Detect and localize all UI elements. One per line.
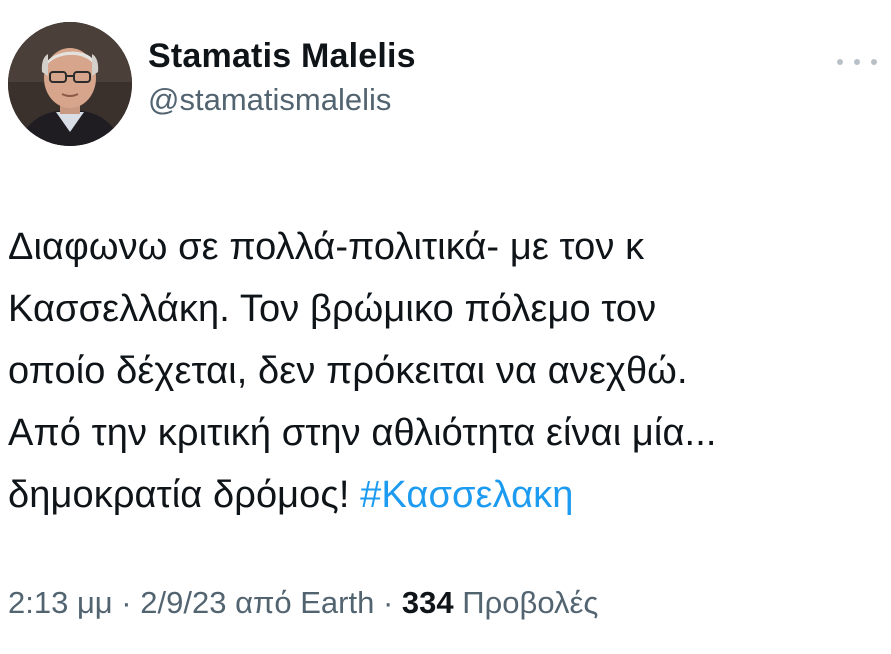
tweet-line-last: δημοκρατία δρόμος! #Κασσελακη: [8, 464, 888, 526]
views-label[interactable]: Προβολές: [462, 585, 598, 620]
tweet-line: οποίο δέχεται, δεν πρόκειται να ανεχθώ.: [8, 350, 688, 392]
tweet-source: από Earth: [235, 585, 375, 620]
hashtag-link[interactable]: #Κασσελακη: [360, 474, 573, 516]
author-block: Stamatis Malelis @stamatismalelis: [148, 36, 416, 120]
meta-separator: ·: [121, 585, 132, 620]
tweet-line: Διαφωνω σε πολλά-πολιτικά- με τον κ: [8, 226, 645, 268]
tweet-text: Διαφωνω σε πολλά-πολιτικά- με τον κ Κασσ…: [8, 216, 888, 526]
tweet-meta: 2:13 μμ · 2/9/23 από Earth · 334 Προβολέ…: [8, 583, 598, 623]
tweet-line: Από την κριτική στην αθλιότητα είναι μία…: [8, 412, 717, 454]
tweet-card: Stamatis Malelis @stamatismalelis Διαφων…: [0, 0, 891, 654]
meta-separator: ·: [382, 585, 394, 620]
tweet-line: Κασσελλάκη. Τον βρώμικο πόλεμο τον: [8, 288, 657, 330]
avatar[interactable]: [8, 22, 132, 146]
handle[interactable]: @stamatismalelis: [148, 80, 416, 120]
more-dot: [871, 59, 877, 65]
more-dot: [837, 59, 843, 65]
more-horizontal-icon[interactable]: [837, 52, 877, 72]
display-name[interactable]: Stamatis Malelis: [148, 36, 416, 76]
tweet-date[interactable]: 2/9/23: [140, 585, 226, 620]
tweet-time[interactable]: 2:13 μμ: [8, 585, 113, 620]
views-count[interactable]: 334: [402, 585, 454, 620]
more-dot: [854, 59, 860, 65]
avatar-image: [8, 22, 132, 146]
tweet-line-text: δημοκρατία δρόμος!: [8, 474, 350, 516]
